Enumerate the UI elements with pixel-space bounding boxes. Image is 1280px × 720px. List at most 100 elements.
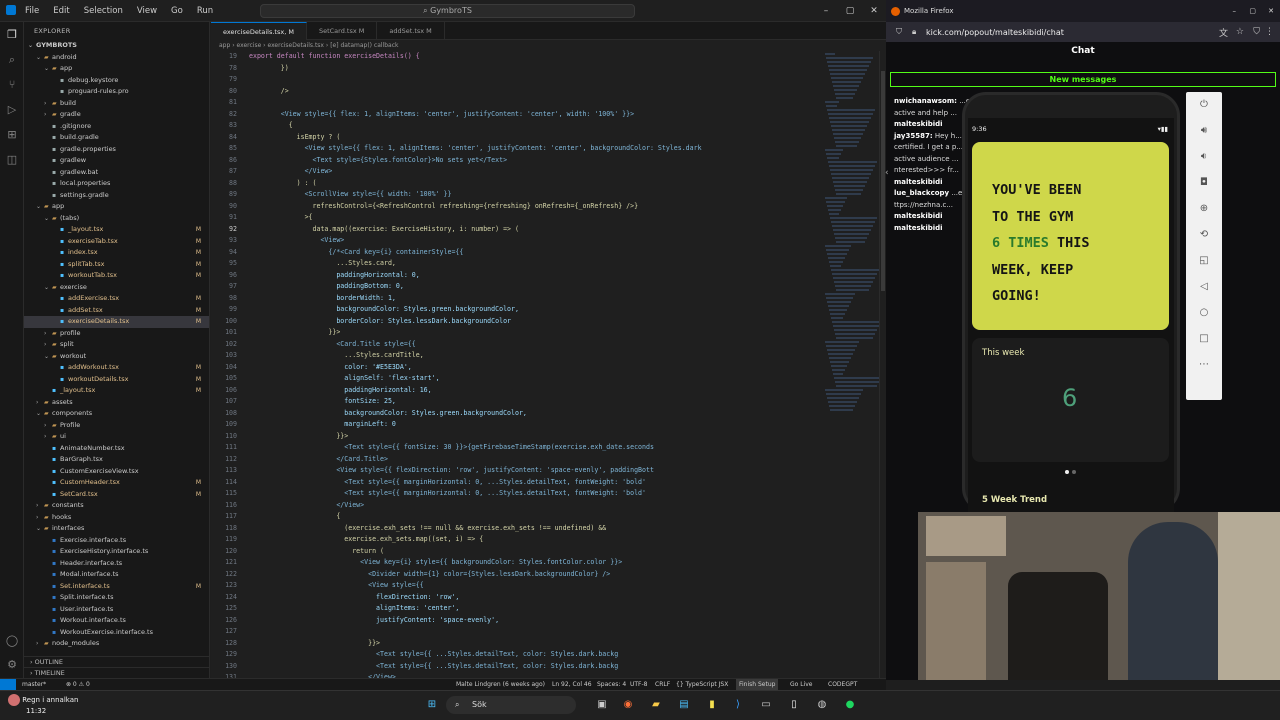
new-messages-banner[interactable]: New messages xyxy=(890,72,1276,87)
code-line[interactable]: 112 </Card.Title> xyxy=(211,454,821,466)
editor-tab[interactable]: exerciseDetails.tsx, M xyxy=(211,22,307,40)
problems-status[interactable]: ⊗ 0 ⚠ 0 xyxy=(66,679,90,690)
code-line[interactable]: 113 <View style={{ flexDirection: 'row',… xyxy=(211,465,821,477)
code-line[interactable]: 89 <ScrollView style={{ width: '100%' }} xyxy=(211,189,821,201)
code-line[interactable]: 122 <Divider width={1} color={Styles.les… xyxy=(211,569,821,581)
menu-item-file[interactable]: File xyxy=(18,6,46,16)
code-line[interactable]: 97 paddingBottom: 0, xyxy=(211,281,821,293)
code-line[interactable]: 100 borderColor: Styles.lessDark.backgro… xyxy=(211,316,821,328)
code-line[interactable]: 128 }}> xyxy=(211,638,821,650)
bookmark-star-icon[interactable]: ☆ xyxy=(1236,27,1244,37)
project-root[interactable]: ⌄ GYMBROTS xyxy=(24,40,209,52)
code-line[interactable]: 120 return ( xyxy=(211,546,821,558)
home-icon[interactable]: ○ xyxy=(1186,300,1222,326)
tree-file[interactable]: ▪ gradle.properties xyxy=(24,144,209,156)
code-line[interactable]: 84 isEmpty ? ( xyxy=(211,132,821,144)
minimize-button[interactable]: – xyxy=(1233,0,1237,22)
code-line[interactable]: 98 borderWidth: 1, xyxy=(211,293,821,305)
chat-message[interactable]: malteskibidi xyxy=(894,178,943,186)
code-line[interactable]: 106 paddingHorizontal: 16, xyxy=(211,385,821,397)
code-line[interactable]: 19 export default function exerciseDetail… xyxy=(211,51,821,63)
fold-icon[interactable]: ◱ xyxy=(1186,248,1222,274)
rotate-icon[interactable]: ⟲ xyxy=(1186,222,1222,248)
code-line[interactable]: 87 </View> xyxy=(211,166,821,178)
tree-folder[interactable]: ⌄ ▰ workout xyxy=(24,351,209,363)
tree-file[interactable]: ▪ addExercise.tsx M xyxy=(24,293,209,305)
code-line[interactable]: 118 (exercise.exh_sets !== null && exerc… xyxy=(211,523,821,535)
remote-icon[interactable]: ◫ xyxy=(0,147,24,172)
vscode-taskbar-icon[interactable]: ⟩ xyxy=(730,697,746,713)
code-line[interactable]: 116 </View> xyxy=(211,500,821,512)
code-editor[interactable]: 19 export default function exerciseDetail… xyxy=(211,51,821,678)
tree-folder[interactable]: › ▰ node_modules xyxy=(24,638,209,650)
tree-folder[interactable]: › ▰ build xyxy=(24,98,209,110)
tree-file[interactable]: ▪ exerciseTab.tsx M xyxy=(24,236,209,248)
tree-file[interactable]: ▪ debug.keystore xyxy=(24,75,209,87)
tree-file[interactable]: ▪ build.gradle xyxy=(24,132,209,144)
tree-file[interactable]: ▪ SetCard.tsx M xyxy=(24,489,209,501)
task-view-icon[interactable]: ▣ xyxy=(594,697,610,713)
store-icon[interactable]: ▤ xyxy=(676,697,692,713)
code-line[interactable]: 91 >{ xyxy=(211,212,821,224)
tree-file[interactable]: ▪ workoutTab.tsx M xyxy=(24,270,209,282)
tree-folder[interactable]: › ▰ constants xyxy=(24,500,209,512)
camera-icon[interactable]: ◘ xyxy=(1186,170,1222,196)
more-icon[interactable]: ⋯ xyxy=(1186,352,1222,378)
tree-folder[interactable]: › ▰ assets xyxy=(24,397,209,409)
code-line[interactable]: 99 backgroundColor: Styles.green.backgro… xyxy=(211,304,821,316)
pocket-icon[interactable]: ⛉ xyxy=(1253,27,1260,37)
tree-folder[interactable]: ⌄ ▰ android xyxy=(24,52,209,64)
code-line[interactable]: 121 <View key={i} style={{ backgroundCol… xyxy=(211,557,821,569)
tree-folder[interactable]: › ▰ Profile xyxy=(24,420,209,432)
pager-dot-active[interactable] xyxy=(1065,470,1069,474)
code-line[interactable]: 124 flexDirection: 'row', xyxy=(211,592,821,604)
tree-file[interactable]: ▪ ExerciseHistory.interface.ts xyxy=(24,546,209,558)
chat-message[interactable]: active and help ... xyxy=(894,109,957,117)
tree-file[interactable]: ▪ splitTab.tsx M xyxy=(24,259,209,271)
code-line[interactable]: 86 <Text style={Styles.fontColor}>No set… xyxy=(211,155,821,167)
code-line[interactable]: 94 {/*<Card key={i} containerStyle={{ xyxy=(211,247,821,259)
run-debug-icon[interactable]: ▷ xyxy=(0,97,24,122)
tree-folder[interactable]: ⌄ ▰ interfaces xyxy=(24,523,209,535)
minimize-button[interactable]: – xyxy=(814,0,838,22)
tree-file[interactable]: ▪ Header.interface.ts xyxy=(24,558,209,570)
code-line[interactable]: 111 <Text style={{ fontSize: 30 }}>{getF… xyxy=(211,442,821,454)
chat-username[interactable]: malteskibidi xyxy=(894,120,943,128)
url-bar[interactable]: ⛉ 🔒︎ kick.com/popout/malteskibidi/chat 文… xyxy=(886,22,1280,42)
language-mode[interactable]: {} TypeScript JSX xyxy=(676,679,728,690)
menu-item-edit[interactable]: Edit xyxy=(46,6,76,16)
sticky-notes-icon[interactable]: ▮ xyxy=(704,697,720,713)
maximize-button[interactable]: ▢ xyxy=(838,0,862,22)
tree-file[interactable]: ▪ Exercise.interface.ts xyxy=(24,535,209,547)
tree-file[interactable]: ▪ workoutDetails.tsx M xyxy=(24,374,209,386)
code-line[interactable]: 82 <View style={{ flex: 1, alignItems: '… xyxy=(211,109,821,121)
code-line[interactable]: 80 /> xyxy=(211,86,821,98)
outline-section[interactable]: › OUTLINE xyxy=(24,656,209,667)
tree-file[interactable]: ▪ local.properties xyxy=(24,178,209,190)
source-control-icon[interactable]: ⑂ xyxy=(0,72,24,97)
code-line[interactable]: 93 <View> xyxy=(211,235,821,247)
app-icon[interactable]: ▯ xyxy=(786,697,802,713)
chat-username[interactable]: lue_blackcopy xyxy=(894,189,949,197)
code-line[interactable]: 85 <View style={{ flex: 1, alignItems: '… xyxy=(211,143,821,155)
tree-file[interactable]: ▪ _layout.tsx M xyxy=(24,224,209,236)
search-icon[interactable]: ⌕ xyxy=(0,47,24,72)
breadcrumb[interactable]: app › exercise › exerciseDetails.tsx › [… xyxy=(211,40,886,51)
finish-setup-button[interactable]: Finish Setup xyxy=(736,679,779,690)
tree-folder[interactable]: ⌄ ▰ exercise xyxy=(24,282,209,294)
tree-folder[interactable]: › ▰ split xyxy=(24,339,209,351)
close-button[interactable]: ✕ xyxy=(862,0,886,22)
codegpt-status[interactable]: CODEGPT xyxy=(828,679,857,690)
code-line[interactable]: 90 refreshControl={<RefreshControl refre… xyxy=(211,201,821,213)
branch-status[interactable]: master* xyxy=(22,679,46,690)
overview-icon[interactable]: □ xyxy=(1186,326,1222,352)
tree-folder[interactable]: ⌄ ▰ (tabs) xyxy=(24,213,209,225)
go-live-button[interactable]: Go Live xyxy=(790,679,812,690)
firefox-taskbar-icon[interactable]: ◉ xyxy=(620,697,636,713)
spotify-icon[interactable]: ● xyxy=(842,697,858,713)
extensions-icon[interactable]: ⊞ xyxy=(0,122,24,147)
tree-file[interactable]: ▪ User.interface.ts xyxy=(24,604,209,616)
power-icon[interactable]: ⏻ xyxy=(1186,92,1222,118)
windows-start-icon[interactable]: ⊞ xyxy=(424,697,440,713)
code-line[interactable]: 88 ) : ( xyxy=(211,178,821,190)
